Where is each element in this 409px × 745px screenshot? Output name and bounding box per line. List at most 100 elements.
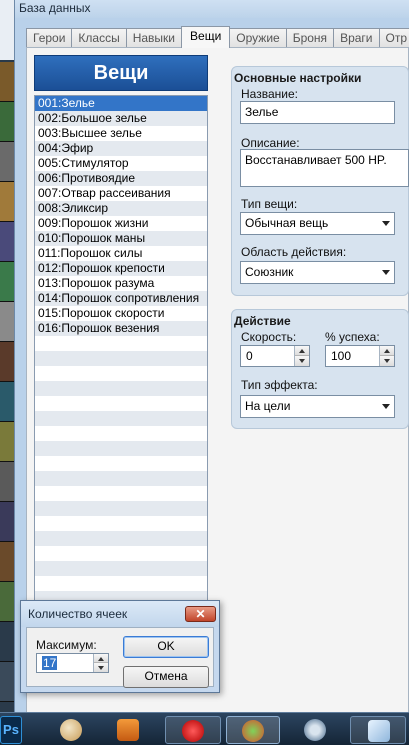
taskbar: Ps [0, 712, 409, 745]
list-item[interactable] [35, 426, 207, 441]
list-item[interactable] [35, 351, 207, 366]
list-item[interactable]: 015:Порошок скорости [35, 306, 207, 321]
tile [0, 502, 14, 542]
spin-up-icon[interactable] [295, 346, 309, 356]
list-item[interactable]: 005:Стимулятор [35, 156, 207, 171]
list-item[interactable]: 013:Порошок разума [35, 276, 207, 291]
opera-icon [182, 720, 204, 742]
list-item[interactable]: 006:Противоядие [35, 171, 207, 186]
tile [0, 302, 14, 342]
scope-select[interactable]: Союзник [240, 261, 395, 284]
tab-heroes[interactable]: Герои [26, 28, 73, 47]
list-item[interactable]: 009:Порошок жизни [35, 216, 207, 231]
paint-taskbar-button[interactable] [48, 716, 88, 744]
list-item[interactable] [35, 381, 207, 396]
tab-troops[interactable]: Отр [378, 28, 409, 47]
list-item[interactable]: 003:Высшее зелье [35, 126, 207, 141]
spin-down-icon[interactable] [94, 663, 108, 672]
editor-taskbar-button[interactable] [226, 716, 280, 744]
effect-type-label: Тип эффекта: [241, 378, 318, 392]
slot-count-dialog: Количество ячеек ✕ Максимум: 17 OK Отмен… [20, 600, 220, 693]
item-list[interactable]: 001:Зелье 002:Большое зелье 003:Высшее зел… [34, 95, 208, 605]
tab-armor[interactable]: Броня [285, 28, 335, 47]
background-app-menu [0, 0, 14, 60]
list-item[interactable] [35, 501, 207, 516]
list-item[interactable]: 016:Порошок везения [35, 321, 207, 336]
max-stepper[interactable]: 17 [36, 653, 109, 673]
effect-type-select[interactable]: На цели [240, 395, 395, 418]
list-item[interactable]: 008:Эликсир [35, 201, 207, 216]
list-item[interactable] [35, 516, 207, 531]
tab-skills[interactable]: Навыки [125, 28, 183, 47]
notepad-taskbar-button[interactable] [350, 716, 406, 744]
list-item[interactable]: 001:Зелье [35, 96, 207, 111]
max-label: Максимум: [36, 638, 97, 652]
tile [0, 62, 14, 102]
item-type-value: Обычная вещь [245, 216, 329, 230]
tile [0, 182, 14, 222]
opera-taskbar-button[interactable] [165, 716, 221, 744]
media-taskbar-button[interactable] [105, 716, 145, 744]
list-item[interactable]: 004:Эфир [35, 141, 207, 156]
list-item[interactable] [35, 546, 207, 561]
list-item[interactable]: 012:Порошок крепости [35, 261, 207, 276]
list-item[interactable]: 014:Порошок сопротивления [35, 291, 207, 306]
max-stepper-buttons [93, 654, 108, 672]
list-item[interactable]: 002:Большое зелье [35, 111, 207, 126]
close-button[interactable]: ✕ [185, 606, 216, 622]
photoshop-taskbar-button[interactable]: Ps [0, 716, 22, 744]
item-type-select[interactable]: Обычная вещь [240, 212, 395, 235]
settings-taskbar-button[interactable] [292, 716, 332, 744]
list-item[interactable] [35, 531, 207, 546]
list-item[interactable] [35, 471, 207, 486]
list-item[interactable]: 007:Отвар рассеивания [35, 186, 207, 201]
tile [0, 582, 14, 622]
spin-down-icon[interactable] [380, 356, 394, 366]
success-stepper[interactable]: 100 [325, 345, 395, 367]
success-stepper-buttons [379, 346, 394, 366]
gear-icon [304, 719, 326, 741]
name-input[interactable]: Зелье [240, 101, 395, 124]
chevron-down-icon [382, 404, 390, 409]
cancel-button[interactable]: Отмена [123, 666, 209, 688]
list-item[interactable] [35, 366, 207, 381]
tab-classes[interactable]: Классы [71, 28, 127, 47]
speed-stepper[interactable]: 0 [240, 345, 310, 367]
scope-value: Союзник [245, 265, 294, 279]
notepad-icon [368, 720, 390, 742]
list-item[interactable] [35, 576, 207, 591]
list-item[interactable]: 010:Порошок маны [35, 231, 207, 246]
photoshop-icon: Ps [3, 722, 19, 737]
list-item[interactable] [35, 561, 207, 576]
list-item[interactable] [35, 336, 207, 351]
tab-items[interactable]: Вещи [181, 26, 231, 48]
list-item[interactable]: 011:Порошок силы [35, 246, 207, 261]
tile [0, 102, 14, 142]
list-item[interactable] [35, 456, 207, 471]
palette-icon [60, 719, 82, 741]
tile [0, 542, 14, 582]
description-input[interactable]: Восстанавливает 500 HP. [240, 149, 409, 187]
item-type-label: Тип вещи: [241, 197, 298, 211]
tile [0, 662, 14, 702]
spin-down-icon[interactable] [295, 356, 309, 366]
speed-stepper-buttons [294, 346, 309, 366]
tile [0, 222, 14, 262]
tile [0, 262, 14, 302]
list-item[interactable] [35, 441, 207, 456]
background-app-edge [0, 0, 14, 715]
effect-type-value: На цели [245, 399, 291, 413]
spin-up-icon[interactable] [94, 654, 108, 663]
spin-up-icon[interactable] [380, 346, 394, 356]
speed-label: Скорость: [241, 330, 297, 344]
tile [0, 462, 14, 502]
list-item[interactable] [35, 486, 207, 501]
max-value: 17 [42, 656, 58, 670]
name-label: Название: [241, 87, 298, 101]
success-label: % успеха: [325, 330, 380, 344]
ok-button[interactable]: OK [123, 636, 209, 658]
list-item[interactable] [35, 411, 207, 426]
tab-enemies[interactable]: Враги [333, 28, 380, 47]
tab-weapons[interactable]: Оружие [229, 28, 287, 47]
list-item[interactable] [35, 396, 207, 411]
